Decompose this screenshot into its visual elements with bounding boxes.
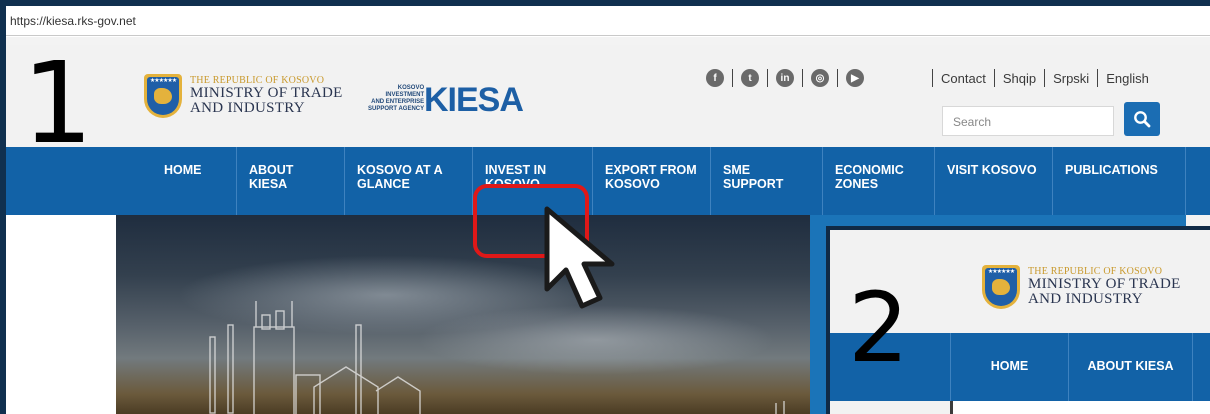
kiesa-logo[interactable]: KIESA [424, 81, 524, 120]
hero-image[interactable] [116, 215, 810, 414]
search-icon [1134, 111, 1151, 128]
ministry-name-line: MINISTRY OF TRADE [190, 85, 343, 101]
nav-item-about-kiesa-zoom: ABOUT KIESA [1068, 333, 1192, 401]
language-srpski-link[interactable]: Srpski [1053, 71, 1089, 86]
search-input[interactable]: Search [942, 106, 1114, 136]
nav-item-visit-kosovo[interactable]: VISIT KOSOVO [934, 147, 1052, 215]
mouse-pointer-icon [544, 206, 615, 309]
nav-divider-zoom [1192, 333, 1210, 401]
kosovo-coat-of-arms-icon[interactable]: ★★★★★★ [144, 74, 182, 118]
language-english-link[interactable]: English [1106, 71, 1149, 86]
twitter-icon[interactable]: t [741, 69, 759, 87]
kiesa-agency-text: KOSOVO INVESTMENT AND ENTERPRISE SUPPORT… [368, 85, 425, 112]
zoom-content-strip [830, 401, 1210, 414]
nav-item-publications[interactable]: PUBLICATIONS [1052, 147, 1186, 215]
top-links: Contact Shqip Srpski English [924, 69, 1149, 87]
industrial-sketch-illustration [209, 301, 785, 414]
step-number-2: 2 [848, 272, 910, 384]
nav-item-about-kiesa[interactable]: ABOUT KIESA [236, 147, 344, 215]
address-bar[interactable]: https://kiesa.rks-gov.net [6, 6, 1210, 36]
social-links: f t in ◎ ▶ [706, 67, 864, 89]
step-number-1: 1 [22, 39, 94, 169]
site-header: ★★★★★★ THE REPUBLIC OF KOSOVO MINISTRY O… [6, 45, 1210, 147]
instagram-icon[interactable]: ◎ [811, 69, 829, 87]
ministry-logo-text-zoom: THE REPUBLIC OF KOSOVO MINISTRY OF TRADE… [1028, 266, 1181, 307]
contact-link[interactable]: Contact [941, 71, 986, 86]
nav-item-sme-support[interactable]: SME SUPPORT [710, 147, 822, 215]
ministry-name-line-2: AND INDUSTRY [190, 100, 305, 116]
linkedin-icon[interactable]: in [776, 69, 794, 87]
nav-item-economic-zones[interactable]: ECONOMIC ZONES [822, 147, 934, 215]
nav-item-home[interactable]: HOME [130, 147, 232, 215]
language-shqip-link[interactable]: Shqip [1003, 71, 1036, 86]
ministry-logo-text[interactable]: THE REPUBLIC OF KOSOVO MINISTRY OF TRADE… [190, 75, 343, 116]
youtube-icon[interactable]: ▶ [846, 69, 864, 87]
nav-item-home-zoom: HOME [950, 333, 1068, 401]
search-button[interactable] [1124, 102, 1160, 136]
facebook-icon[interactable]: f [706, 69, 724, 87]
nav-item-kosovo-at-a-glance[interactable]: KOSOVO AT A GLANCE [344, 147, 464, 215]
url-text[interactable]: https://kiesa.rks-gov.net [10, 14, 136, 28]
page-left-margin [6, 215, 116, 414]
kosovo-coat-of-arms-icon-zoom: ★★★★★★ [982, 265, 1020, 309]
toolbar-gap [6, 37, 1210, 45]
